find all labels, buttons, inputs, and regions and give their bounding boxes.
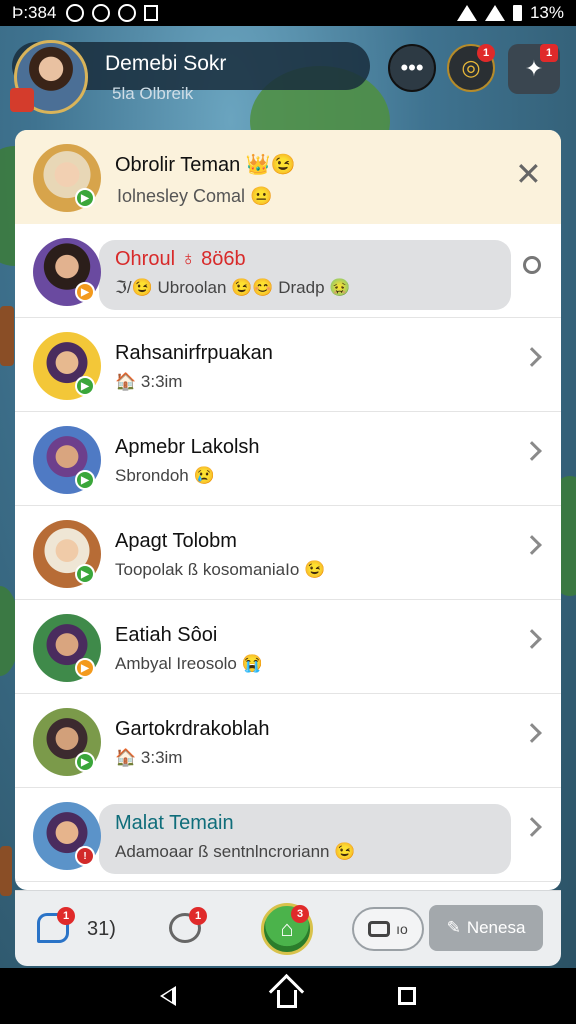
signal-icon [484,5,505,21]
camera-label: ıo [396,921,408,937]
panel-subtitle: Iolnesley Comal 😐 [117,186,273,207]
close-button[interactable]: ✕ [515,158,542,190]
chevron-right-icon[interactable] [522,441,542,461]
notification-icon [66,4,85,22]
chat-row[interactable]: ! Malat Temain Adamoaar ß sentnlncrorian… [15,788,561,882]
bottom-toolbar: 1 31) 1 ⌂ 3 ıo ✎ Nenesa [15,890,561,966]
camera-button[interactable]: ıo [352,907,424,951]
recent-apps-icon[interactable] [397,987,416,1005]
last-message: 🏠 3:3im [115,748,183,767]
chevron-right-icon[interactable] [522,723,542,743]
friend-name: Eatiah Sôoi [115,624,218,646]
panel-title: Obrolir Teman 👑😉 [115,152,296,177]
status-icon: ! [75,846,95,866]
last-message: Toopolak ß kosomaniaIo 😉 [115,560,326,579]
new-chat-button[interactable]: ✎ Nenesa [429,905,543,951]
status-icon: ▶ [75,470,95,490]
settings-icon [118,4,137,22]
status-icon: ▶ [75,658,95,678]
status-time: Þ:384 [12,3,57,22]
home-nav-icon[interactable] [276,990,297,1008]
wifi-icon [456,5,477,21]
battery-icon [512,5,522,21]
quest-notification-badge: 1 [477,44,495,62]
system-nav-bar [0,968,576,1024]
status-icon: ▶ [75,376,95,396]
status-icon: ▶ [75,752,95,772]
friend-name: Malat Temain [115,812,234,834]
last-message: ℑ/😉 Ubroolan 😉😊 Dradp 🤢 [115,278,351,297]
level-badge [10,88,34,112]
panel-subtitle-text: Iolnesley Comal [117,186,246,206]
chat-row[interactable]: ▶ Rahsanirfrpuakan 🏠 3:3im [15,318,561,412]
online-status-icon: ▶ [75,188,95,208]
home-notification-badge: 3 [291,905,309,923]
sync-icon [92,4,111,22]
last-message: Sbrondoh 😢 [115,466,215,485]
panel-header: ▶ Obrolir Teman 👑😉 Iolnesley Comal 😐 ✕ [15,130,561,224]
camera-icon [368,921,391,937]
last-message: 🏠 3:3im [115,372,183,391]
loading-icon[interactable] [523,256,541,274]
panel-title-text: Obrolir Teman [115,154,241,176]
chat-row[interactable]: ▶ Gartokrdrakoblah 🏠 3:3im [15,694,561,788]
chat-row[interactable]: ▶ Apmebr Lakolsh Sbrondoh 😢 [15,412,561,506]
status-icon: ▶ [75,282,95,302]
chat-bubble-button[interactable]: ••• [388,44,436,92]
bubble-notification-badge: 1 [189,907,207,925]
more-dots-icon: ••• [400,55,424,80]
status-bar: Þ:384 13% [0,0,576,26]
quest-icon: ◎ [461,55,481,80]
friend-name: Ohroul ♁ 8ö6b [115,248,246,270]
profile-name: Demebi Sokr [105,52,227,75]
chevron-right-icon[interactable] [522,629,542,649]
battery-level: 13% [529,3,564,22]
status-icon: ▶ [75,564,95,584]
chevron-right-icon[interactable] [522,817,542,837]
last-message: Ambyal Ireosolo 😭 [115,654,263,673]
friend-name: Apmebr Lakolsh [115,436,260,458]
image-icon [144,5,159,21]
chevron-right-icon[interactable] [522,347,542,367]
friends-chat-panel: ▶ Obrolir Teman 👑😉 Iolnesley Comal 😐 ✕ ▶… [15,130,561,890]
chevron-right-icon[interactable] [522,535,542,555]
chat-row[interactable]: ▶ Apagt Tolobm Toopolak ß kosomaniaIo 😉 [15,506,561,600]
friend-name: Gartokrdrakoblah [115,718,270,740]
new-chat-label: Nenesa [466,918,526,937]
magic-wand-icon: ✎ [446,918,461,937]
menu-notification-badge: 1 [540,44,558,62]
friend-name: Apagt Tolobm [115,530,237,552]
friend-name: Rahsanirfrpuakan [115,342,273,364]
neutral-emoji: 😐 [250,186,273,206]
back-icon[interactable] [160,986,177,1006]
last-message: Adamoaar ß sentnlncroriann 😉 [115,842,356,861]
chat-row[interactable]: ▶ Ohroul ♁ 8ö6b ℑ/😉 Ubroolan 😉😊 Dradp 🤢 [15,224,561,318]
chat-notification-badge: 1 [57,907,75,925]
chat-count: 31) [87,918,116,940]
profile-subtitle: 5la Olbreik [112,84,194,103]
home-icon: ⌂ [280,916,294,941]
crown-emoji: 👑😉 [245,154,296,176]
chat-row[interactable]: ▶ Eatiah Sôoi Ambyal Ireosolo 😭 [15,600,561,694]
